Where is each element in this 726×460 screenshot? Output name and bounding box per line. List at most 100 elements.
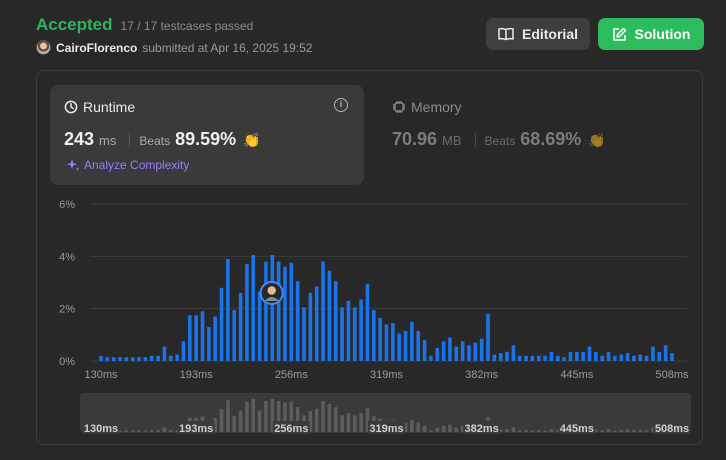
chart-bar[interactable] — [118, 357, 122, 361]
chart-bar[interactable] — [219, 287, 224, 361]
chart-bar[interactable] — [530, 355, 535, 361]
chart-bar[interactable] — [657, 351, 662, 361]
chart-bar[interactable] — [562, 357, 566, 361]
chart-bar[interactable] — [226, 258, 230, 361]
chart-bar[interactable] — [429, 355, 433, 361]
chart-bar[interactable] — [549, 351, 554, 361]
chart-bar[interactable] — [498, 353, 503, 361]
chart-bar[interactable] — [651, 346, 655, 361]
chart-bar[interactable] — [238, 292, 243, 361]
chart-bar[interactable] — [473, 342, 478, 361]
chart-bar[interactable] — [149, 355, 154, 361]
runtime-distribution-chart[interactable]: 6% 4% 2% 0% 130ms 193ms 256ms 319ms 382ms 445ms 50… — [0, 0, 726, 460]
brush-bar — [644, 430, 649, 432]
chart-bar[interactable] — [137, 357, 141, 361]
chart-bar[interactable] — [251, 255, 256, 361]
chart-bar[interactable] — [213, 316, 217, 361]
chart-bar[interactable] — [99, 355, 103, 361]
chart-bar[interactable] — [289, 262, 294, 361]
chart-bar[interactable] — [397, 333, 401, 361]
chart-bar[interactable] — [175, 354, 179, 361]
chart-bar[interactable] — [575, 351, 579, 361]
chart-bar[interactable] — [200, 311, 205, 361]
chart-bar[interactable] — [416, 330, 421, 361]
chart-bar[interactable] — [619, 354, 624, 361]
chart-bar[interactable] — [524, 355, 528, 361]
chart-bar[interactable] — [632, 355, 636, 361]
chart-bar[interactable] — [352, 307, 357, 361]
chart-bar[interactable] — [581, 351, 585, 361]
chart-bar[interactable] — [245, 264, 249, 361]
chart-bar[interactable] — [105, 357, 110, 361]
chart-bar[interactable] — [156, 355, 160, 361]
chart-bar[interactable] — [207, 326, 211, 361]
chart-bar[interactable] — [257, 291, 262, 361]
chart-bar[interactable] — [346, 300, 351, 361]
chart-bar[interactable] — [124, 357, 129, 361]
chart-bar[interactable] — [511, 345, 516, 361]
chart-bar[interactable] — [295, 281, 300, 361]
brush-bar — [441, 425, 446, 432]
chart-bar[interactable] — [403, 330, 408, 361]
chart-bar[interactable] — [162, 346, 167, 361]
chart-bar[interactable] — [194, 315, 198, 361]
chart-bar[interactable] — [270, 255, 275, 361]
chart-bar[interactable] — [568, 351, 573, 361]
chart-bar[interactable] — [308, 292, 313, 361]
brush-bar — [549, 429, 554, 432]
chart-bar[interactable] — [467, 345, 471, 361]
chart-bar[interactable] — [613, 355, 617, 361]
brush-bar — [625, 429, 630, 432]
brush-bar — [264, 401, 268, 432]
y-tick-label: 4% — [59, 251, 75, 263]
chart-bar[interactable] — [441, 341, 446, 361]
chart-bar[interactable] — [111, 357, 116, 361]
chart-bar[interactable] — [638, 354, 643, 361]
chart-bar[interactable] — [378, 317, 382, 361]
chart-bar[interactable] — [587, 346, 592, 361]
chart-bar[interactable] — [365, 283, 370, 361]
chart-bar[interactable] — [505, 351, 509, 361]
chart-bar[interactable] — [372, 309, 376, 361]
chart-bar[interactable] — [536, 355, 541, 361]
chart-bar[interactable] — [492, 354, 497, 361]
chart-bar[interactable] — [625, 353, 630, 361]
chart-bar[interactable] — [384, 324, 389, 361]
chart-bar[interactable] — [181, 341, 186, 361]
chart-bar[interactable] — [454, 346, 459, 361]
chart-bar[interactable] — [663, 345, 668, 361]
chart-bar[interactable] — [143, 357, 148, 361]
chart-bar[interactable] — [594, 351, 598, 361]
chart-bar[interactable] — [486, 313, 490, 361]
chart-bar[interactable] — [479, 338, 484, 361]
chart-bar[interactable] — [410, 321, 414, 361]
brush-tick-label: 445ms — [560, 423, 594, 435]
chart-bar[interactable] — [556, 355, 560, 361]
chart-bar[interactable] — [333, 281, 338, 361]
chart-bar[interactable] — [448, 337, 452, 361]
chart-bar[interactable] — [340, 307, 344, 361]
chart-bar[interactable] — [276, 261, 281, 361]
chart-bar[interactable] — [188, 315, 192, 361]
chart-bar[interactable] — [600, 355, 605, 361]
chart-bar[interactable] — [644, 355, 649, 361]
chart-bar[interactable] — [130, 357, 135, 361]
chart-bar[interactable] — [264, 261, 268, 361]
chart-bar[interactable] — [283, 266, 287, 361]
chart-bar[interactable] — [435, 347, 440, 361]
chart-bar[interactable] — [232, 309, 237, 361]
chart-bar[interactable] — [359, 299, 363, 361]
chart-bar[interactable] — [460, 341, 465, 361]
chart-bar[interactable] — [321, 261, 325, 361]
chart-bar[interactable] — [314, 286, 319, 361]
chart-bar[interactable] — [517, 355, 522, 361]
chart-bar[interactable] — [327, 270, 332, 361]
chart-bar[interactable] — [543, 355, 547, 361]
chart-bar[interactable] — [302, 307, 306, 361]
brush-bar — [505, 429, 509, 432]
chart-bar[interactable] — [391, 323, 395, 361]
chart-bar[interactable] — [606, 351, 611, 361]
chart-bar[interactable] — [422, 340, 427, 361]
chart-bar[interactable] — [670, 353, 674, 361]
chart-bar[interactable] — [168, 355, 173, 361]
